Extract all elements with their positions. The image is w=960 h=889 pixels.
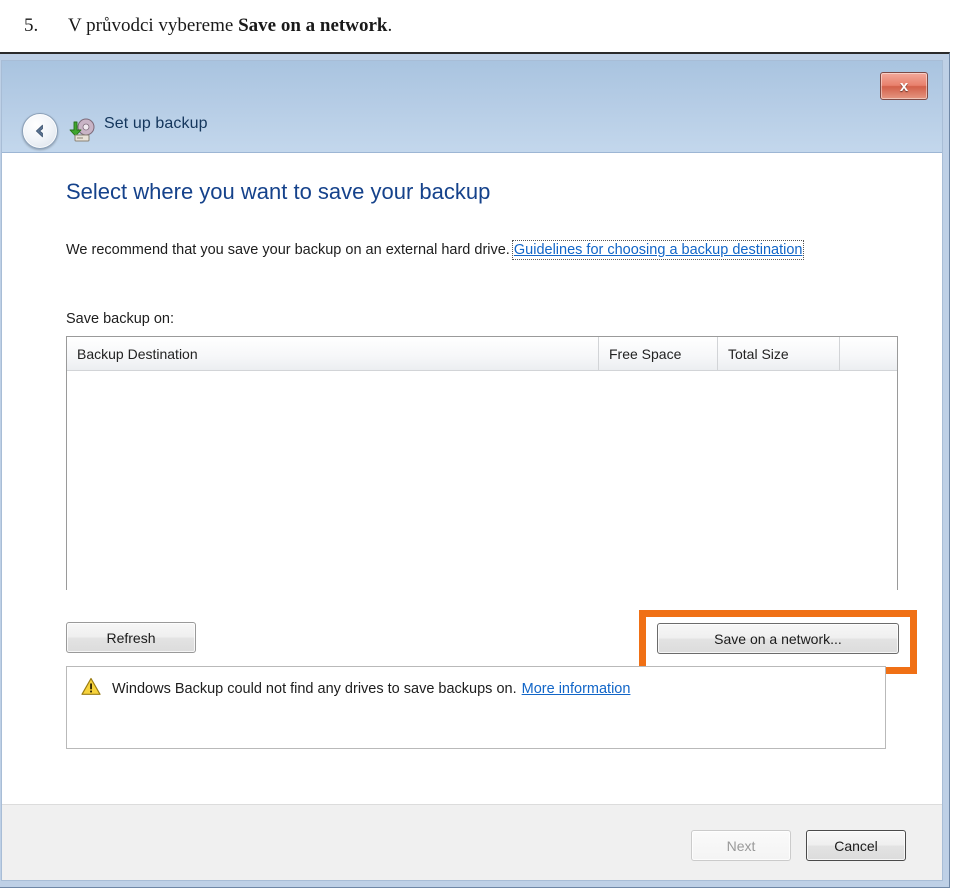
warning-message: Windows Backup could not find any drives… bbox=[112, 680, 517, 697]
back-button[interactable] bbox=[22, 113, 58, 149]
close-icon: x bbox=[899, 77, 909, 95]
window-titlebar: x Set up backup bbox=[2, 61, 942, 153]
instruction-suffix: . bbox=[387, 15, 393, 36]
instruction-text: V průvodci vybereme Save on a network. bbox=[68, 15, 392, 37]
description-text: We recommend that you save your backup o… bbox=[66, 242, 510, 258]
window-inner: x Set up backup Select where you want to… bbox=[1, 60, 943, 881]
save-backup-on-label: Save backup on: bbox=[66, 311, 175, 327]
setup-backup-window: x Set up backup Select where you want to… bbox=[0, 52, 950, 888]
listview-header-row: Backup Destination Free Space Total Size bbox=[67, 337, 897, 371]
cancel-button[interactable]: Cancel bbox=[806, 830, 906, 861]
back-arrow-icon bbox=[30, 121, 50, 141]
warning-row: Windows Backup could not find any drives… bbox=[67, 667, 885, 700]
page-title: Select where you want to save your backu… bbox=[66, 179, 491, 204]
backup-drive-icon bbox=[68, 116, 96, 144]
save-on-network-button[interactable]: Save on a network... bbox=[657, 623, 899, 654]
warning-triangle-icon bbox=[81, 677, 101, 700]
description-paragraph: We recommend that you save your backup o… bbox=[66, 239, 906, 261]
instruction-prefix: V průvodci vybereme bbox=[68, 15, 239, 36]
listview-body[interactable] bbox=[67, 371, 897, 590]
refresh-button[interactable]: Refresh bbox=[66, 622, 196, 653]
window-title: Set up backup bbox=[104, 115, 208, 132]
instruction-number: 5. bbox=[24, 15, 39, 36]
warning-panel: Windows Backup could not find any drives… bbox=[66, 666, 886, 749]
guidelines-link[interactable]: Guidelines for choosing a backup destina… bbox=[511, 240, 805, 260]
instruction-bold: Save on a network bbox=[238, 15, 388, 36]
window-content: Select where you want to save your backu… bbox=[2, 153, 942, 804]
column-header-backup-destination[interactable]: Backup Destination bbox=[67, 337, 599, 370]
column-header-spacer[interactable] bbox=[840, 337, 897, 370]
column-header-free-space[interactable]: Free Space bbox=[599, 337, 718, 370]
next-button[interactable]: Next bbox=[691, 830, 791, 861]
instruction-line: 5. V průvodci vybereme Save on a network… bbox=[0, 0, 960, 52]
backup-destination-listview[interactable]: Backup Destination Free Space Total Size bbox=[66, 336, 898, 590]
column-header-total-size[interactable]: Total Size bbox=[718, 337, 840, 370]
more-information-link[interactable]: More information bbox=[522, 681, 631, 697]
close-button[interactable]: x bbox=[880, 72, 928, 100]
window-footer: Next Cancel bbox=[2, 804, 942, 880]
